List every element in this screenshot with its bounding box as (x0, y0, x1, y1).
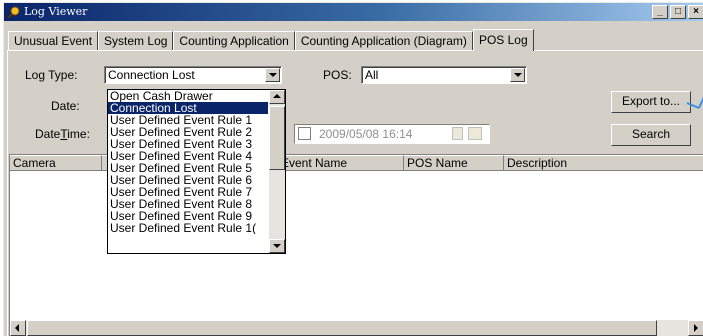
column-description[interactable]: Description (504, 155, 703, 171)
dropdown-scroll-thumb[interactable] (269, 106, 285, 170)
option-user-defined-9[interactable]: User Defined Event Rule 9 (108, 210, 268, 222)
tab-strip: Unusual Event System Log Counting Applic… (8, 29, 534, 51)
datetime-label-post: ime: (67, 127, 90, 141)
arrow-left-icon (15, 324, 19, 332)
arrow-down-icon (273, 244, 281, 248)
pos-label: POS: (323, 68, 352, 82)
dropdown-options: Open Cash Drawer Connection Lost User De… (108, 90, 268, 234)
search-button[interactable]: Search (611, 124, 691, 146)
datetime-end-picker[interactable]: 2009/05/08 16:14 (294, 124, 490, 144)
option-connection-lost[interactable]: Connection Lost (108, 102, 268, 114)
dropdown-scrollbar[interactable] (269, 90, 285, 253)
horizontal-scrollbar[interactable] (10, 320, 703, 336)
log-type-dropdown-button[interactable] (265, 68, 280, 82)
scroll-thumb[interactable] (27, 320, 657, 336)
column-camera[interactable]: Camera (10, 155, 102, 171)
tab-system-log[interactable]: System Log (98, 31, 174, 51)
option-user-defined-1[interactable]: User Defined Event Rule 1 (108, 114, 268, 126)
date-label: Date: (51, 99, 80, 113)
arrow-right-icon (694, 324, 698, 332)
scroll-left-button[interactable] (10, 320, 26, 336)
pos-select[interactable]: All (361, 66, 527, 84)
option-user-defined-4[interactable]: User Defined Event Rule 4 (108, 150, 268, 162)
option-user-defined-8[interactable]: User Defined Event Rule 8 (108, 198, 268, 210)
column-pos-name[interactable]: POS Name (404, 155, 504, 171)
pos-dropdown-button[interactable] (510, 68, 525, 82)
window-controls: _ □ × (652, 5, 703, 19)
log-type-dropdown-list[interactable]: Open Cash Drawer Connection Lost User De… (107, 89, 286, 254)
option-user-defined-3[interactable]: User Defined Event Rule 3 (108, 138, 268, 150)
title-bar[interactable]: Log Viewer _ □ × (4, 3, 703, 21)
log-type-select[interactable]: Connection Lost (104, 66, 282, 84)
log-viewer-window: Log Viewer _ □ × Unusual Event System Lo… (3, 2, 703, 336)
datetime-label-pre: Date (35, 127, 61, 141)
option-open-cash-drawer[interactable]: Open Cash Drawer (108, 90, 268, 102)
option-user-defined-2[interactable]: User Defined Event Rule 2 (108, 126, 268, 138)
datetime-spinner[interactable] (468, 127, 482, 140)
option-user-defined-7[interactable]: User Defined Event Rule 7 (108, 186, 268, 198)
scroll-down-button[interactable] (269, 239, 285, 253)
log-type-label: Log Type: (25, 68, 78, 82)
column-event-name[interactable]: Event Name (278, 155, 404, 171)
chevron-down-icon (514, 73, 522, 77)
option-user-defined-10[interactable]: User Defined Event Rule 1( (108, 222, 268, 234)
datetime-end-value: 2009/05/08 16:14 (319, 127, 413, 141)
datetime-label: DateTime: (35, 127, 90, 141)
export-button[interactable]: Export to... (611, 91, 691, 113)
log-type-value: Connection Lost (108, 68, 195, 82)
cursor-pointer-icon (686, 96, 703, 109)
pos-value: All (365, 68, 379, 82)
datetime-enable-checkbox[interactable] (298, 127, 311, 140)
tab-unusual-event[interactable]: Unusual Event (8, 31, 99, 51)
chevron-down-icon (269, 73, 277, 77)
scroll-up-button[interactable] (269, 90, 285, 104)
tab-counting-application-diagram[interactable]: Counting Application (Diagram) (294, 31, 473, 51)
scroll-right-button[interactable] (688, 320, 703, 336)
arrow-up-icon (273, 94, 281, 98)
option-user-defined-6[interactable]: User Defined Event Rule 6 (108, 174, 268, 186)
datetime-calendar-button[interactable] (452, 127, 463, 140)
tab-counting-application[interactable]: Counting Application (173, 31, 295, 51)
window-title: Log Viewer (24, 5, 88, 18)
close-button[interactable]: × (688, 5, 703, 19)
option-user-defined-5[interactable]: User Defined Event Rule 5 (108, 162, 268, 174)
minimize-button[interactable]: _ (652, 5, 668, 19)
tab-pos-log[interactable]: POS Log (472, 29, 534, 51)
maximize-button[interactable]: □ (670, 5, 686, 19)
magnifier-icon (7, 6, 20, 19)
